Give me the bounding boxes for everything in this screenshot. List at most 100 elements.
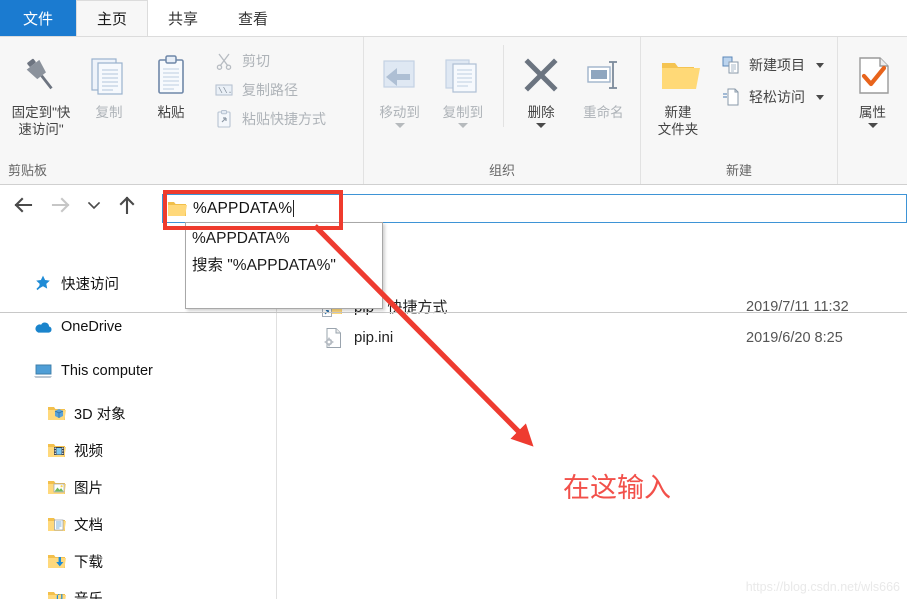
sidebar-item-onedrive[interactable]: OneDrive	[0, 316, 276, 338]
paste-shortcut-icon	[213, 108, 235, 130]
ribbon-button-delete[interactable]: 删除	[511, 43, 570, 128]
ribbon-button-copy-label: 复制	[95, 105, 123, 120]
tab-home-label: 主页	[97, 11, 128, 28]
paste-icon	[147, 47, 195, 103]
sidebar-item-videos[interactable]: 视频	[0, 439, 276, 461]
sidebar-item-downloads[interactable]: 下载	[0, 550, 276, 572]
copy-icon	[85, 47, 133, 103]
watermark: https://blog.csdn.net/wls666	[745, 580, 900, 594]
tab-file-label: 文件	[22, 10, 53, 28]
sidebar-item-label: 3D 对象	[74, 406, 126, 423]
ribbon-group-organize: 移动到 复制到 删除 重命名 组织	[363, 37, 640, 184]
address-bar[interactable]: %APPDATA%	[162, 194, 907, 223]
chevron-down-icon	[867, 122, 878, 128]
chevron-down-icon	[85, 196, 103, 217]
ribbon-button-copy[interactable]: 复制	[78, 43, 140, 122]
chevron-down-icon	[816, 62, 824, 68]
sidebar-item-this-computer[interactable]: This computer	[0, 360, 276, 382]
ribbon-button-copy-to-label: 复制到	[442, 105, 484, 120]
folder-3d-icon	[44, 403, 68, 423]
text-cursor	[293, 200, 295, 217]
arrow-right-icon	[49, 193, 73, 220]
ribbon-group-clipboard: 固定到"快 速访问" 复制 粘贴 剪切 \\. 复制路径 粘贴快捷方式 剪贴板	[0, 37, 363, 184]
tab-view-label: 查看	[238, 10, 269, 28]
sidebar-item-pictures[interactable]: 图片	[0, 476, 276, 498]
suggestion-item-path[interactable]: %APPDATA%	[186, 225, 382, 252]
address-bar-input[interactable]: %APPDATA%	[193, 200, 292, 218]
ribbon-button-paste-label: 粘贴	[157, 105, 185, 120]
ribbon-button-new-item-label: 新建项目	[749, 57, 805, 73]
sidebar-item-music[interactable]: 音乐	[0, 587, 276, 599]
sidebar-item-3d-objects[interactable]: 3D 对象	[0, 402, 276, 424]
tab-share[interactable]: 共享	[148, 0, 218, 36]
folder-documents-icon	[44, 514, 68, 534]
ribbon-button-rename-label: 重命名	[583, 105, 624, 120]
ribbon-button-copy-path-label: 复制路径	[242, 82, 298, 98]
ini-file-icon	[322, 327, 344, 349]
ribbon-button-easy-access-label: 轻松访问	[749, 89, 805, 105]
ribbon-button-copy-path[interactable]: \\.. 复制路径	[210, 78, 329, 102]
ribbon-button-paste[interactable]: 粘贴	[140, 43, 202, 122]
star-pin-icon	[31, 273, 55, 293]
ribbon-group-open: 属性	[837, 37, 907, 184]
ribbon: 固定到"快 速访问" 复制 粘贴 剪切 \\. 复制路径 粘贴快捷方式 剪贴板 …	[0, 36, 907, 185]
sidebar-item-label: OneDrive	[61, 319, 123, 335]
back-button[interactable]	[4, 188, 42, 226]
sidebar-item-label: This computer	[61, 363, 153, 379]
new-folder-icon	[654, 47, 702, 103]
rename-icon	[579, 47, 627, 103]
properties-icon	[849, 47, 897, 103]
pin-icon	[17, 47, 65, 103]
arrow-left-icon	[11, 193, 35, 220]
sidebar-item-label: 下载	[74, 554, 103, 571]
svg-text:\\..: \\..	[218, 87, 234, 96]
ribbon-button-properties[interactable]: 属性	[842, 43, 903, 128]
ribbon-button-move-to-label: 移动到	[379, 105, 420, 120]
ribbon-group-clipboard-title: 剪贴板	[8, 163, 48, 178]
chevron-down-icon	[816, 94, 824, 100]
tab-file[interactable]: 文件	[0, 0, 76, 36]
ribbon-button-new-item[interactable]: 新建项目	[717, 53, 827, 77]
ribbon-button-pin-to-quick-access[interactable]: 固定到"快 速访问"	[4, 43, 78, 139]
folder-icon	[167, 200, 187, 218]
tab-home[interactable]: 主页	[76, 0, 149, 36]
folder-downloads-icon	[44, 551, 68, 571]
recent-locations-button[interactable]	[80, 188, 108, 226]
ribbon-group-open-title	[838, 158, 907, 184]
tab-view[interactable]: 查看	[218, 0, 288, 36]
ribbon-group-organize-title: 组织	[488, 163, 515, 178]
up-button[interactable]	[108, 188, 146, 226]
ribbon-button-pin-label: 固定到"快 速访问"	[11, 105, 71, 137]
new-item-icon	[720, 54, 742, 76]
ribbon-tabstrip: 文件 主页 共享 查看	[0, 0, 907, 36]
suggestion-item-search[interactable]: 搜索 "%APPDATA%"	[186, 252, 382, 279]
ribbon-button-easy-access[interactable]: 轻松访问	[717, 85, 827, 109]
file-name: pip.ini	[354, 329, 394, 346]
chevron-down-icon	[457, 122, 468, 128]
ribbon-button-copy-to[interactable]: 复制到	[431, 43, 494, 128]
ribbon-button-cut[interactable]: 剪切	[210, 49, 329, 73]
ribbon-button-move-to[interactable]: 移动到	[368, 43, 431, 128]
ribbon-separator	[502, 45, 504, 127]
forward-button[interactable]	[42, 188, 80, 226]
ribbon-button-paste-shortcut[interactable]: 粘贴快捷方式	[210, 107, 329, 131]
move-to-icon	[376, 47, 424, 103]
chevron-down-icon	[536, 122, 547, 128]
ribbon-button-properties-label: 属性	[859, 105, 886, 120]
chevron-down-icon	[394, 122, 405, 128]
address-autocomplete-dropdown[interactable]: %APPDATA% 搜索 "%APPDATA%"	[185, 222, 383, 309]
ribbon-button-rename[interactable]: 重命名	[571, 43, 636, 122]
ribbon-button-new-folder[interactable]: 新建 文件夹	[645, 43, 711, 139]
folder-music-icon	[44, 588, 68, 599]
scissors-icon	[213, 50, 235, 72]
sidebar-item-documents[interactable]: 文档	[0, 513, 276, 535]
ribbon-button-new-folder-label: 新建 文件夹	[657, 105, 699, 137]
ribbon-button-cut-label: 剪切	[242, 53, 270, 69]
delete-x-icon	[517, 47, 565, 103]
table-row[interactable]: pip.ini 2019/6/20 8:25	[278, 323, 907, 352]
copy-path-icon: \\..	[213, 79, 235, 101]
sidebar-item-label: 快速访问	[61, 276, 119, 293]
file-date: 2019/6/20 8:25	[746, 329, 843, 346]
easy-access-icon	[720, 86, 742, 108]
ribbon-group-new-title: 新建	[725, 163, 752, 178]
